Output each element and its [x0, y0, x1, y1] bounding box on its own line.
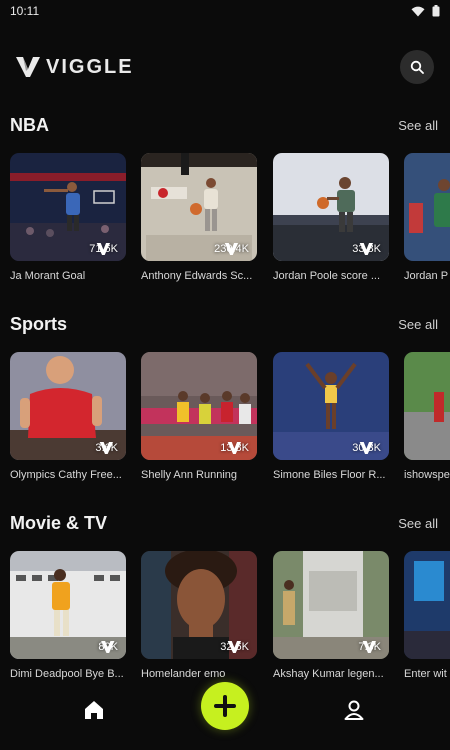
search-icon [410, 60, 424, 74]
viggle-icon [101, 641, 115, 653]
status-time: 10:11 [10, 4, 40, 18]
video-thumbnail: 71.6K [10, 153, 126, 261]
video-card[interactable]: 71.6K Ja Morant Goal [10, 153, 126, 282]
bottom-nav [0, 682, 450, 750]
nav-home-button[interactable] [82, 698, 106, 722]
section-movie-tv: Movie & TV See all 89K Dimi Deadpool Bye… [0, 508, 450, 680]
viggle-icon [227, 442, 242, 454]
create-button[interactable] [201, 682, 249, 730]
card-title: Enter wit [404, 668, 447, 680]
search-button[interactable] [400, 50, 434, 84]
see-all-link[interactable]: See all [398, 516, 438, 531]
video-card[interactable]: 230.4K Anthony Edwards Sc... [141, 153, 257, 282]
video-card[interactable]: 13.8K Shelly Ann Running [141, 352, 257, 481]
viggle-icon [224, 243, 239, 255]
video-thumbnail [404, 352, 450, 460]
card-row[interactable]: 71.6K Ja Morant Goal 230.4K Anthony Edwa… [10, 153, 450, 293]
see-all-link[interactable]: See all [398, 317, 438, 332]
status-bar: 10:11 [0, 0, 450, 22]
card-title: Homelander emo [141, 668, 226, 680]
viggle-icon [359, 243, 374, 255]
brand-name: VIGGLE [46, 55, 134, 78]
card-title: Dimi Deadpool Bye B... [10, 668, 124, 680]
section-title: Sports [10, 313, 68, 334]
section-sports: Sports See all 3.6K Olympics Cathy Free.… [0, 309, 450, 481]
plus-icon [214, 695, 236, 717]
card-title: ishowspe [404, 469, 450, 481]
section-nba: NBA See all 71.6K Ja Morant Goal 230.4K … [0, 110, 450, 282]
video-card[interactable]: 7.3K Akshay Kumar legen... [273, 551, 389, 680]
viggle-logo: VIGGLE [16, 56, 134, 79]
card-title: Shelly Ann Running [141, 469, 238, 481]
wifi-icon [411, 6, 425, 16]
video-thumbnail: 30.3K [273, 352, 389, 460]
video-thumbnail: 13.8K [141, 352, 257, 460]
see-all-link[interactable]: See all [398, 118, 438, 133]
card-title: Simone Biles Floor R... [273, 469, 386, 481]
viggle-icon [96, 243, 111, 255]
video-thumbnail [404, 551, 450, 659]
viggle-icon [359, 442, 374, 454]
card-title: Jordan P [404, 270, 449, 282]
battery-icon [432, 5, 440, 17]
section-title: NBA [10, 114, 49, 135]
video-thumbnail: 230.4K [141, 153, 257, 261]
video-thumbnail: 89K [10, 551, 126, 659]
card-title: Anthony Edwards Sc... [141, 270, 253, 282]
viggle-logo-icon [16, 57, 40, 77]
video-thumbnail: 33.8K [273, 153, 389, 261]
card-title: Jordan Poole score ... [273, 270, 381, 282]
video-card[interactable]: 30.3K Simone Biles Floor R... [273, 352, 389, 481]
video-card[interactable]: Jordan P [404, 153, 450, 282]
viggle-icon [363, 641, 377, 653]
video-thumbnail: 3.6K [10, 352, 126, 460]
section-title: Movie & TV [10, 512, 108, 533]
video-card[interactable]: 33.8K Jordan Poole score ... [273, 153, 389, 282]
card-row[interactable]: 89K Dimi Deadpool Bye B... 32.6K Homelan… [10, 551, 450, 691]
viggle-icon [227, 641, 242, 653]
card-title: Olympics Cathy Free... [10, 469, 122, 481]
card-title: Akshay Kumar legen... [273, 668, 384, 680]
video-card[interactable]: Enter wit [404, 551, 450, 680]
viggle-icon [100, 442, 114, 454]
video-thumbnail [404, 153, 450, 261]
card-row[interactable]: 3.6K Olympics Cathy Free... 13.8K Shelly… [10, 352, 450, 492]
video-card[interactable]: ishowspe [404, 352, 450, 481]
app-header: VIGGLE [0, 50, 450, 84]
video-card[interactable]: 3.6K Olympics Cathy Free... [10, 352, 126, 481]
video-thumbnail: 7.3K [273, 551, 389, 659]
video-thumbnail: 32.6K [141, 551, 257, 659]
profile-icon [344, 700, 364, 720]
video-card[interactable]: 32.6K Homelander emo [141, 551, 257, 680]
video-card[interactable]: 89K Dimi Deadpool Bye B... [10, 551, 126, 680]
nav-profile-button[interactable] [342, 698, 366, 722]
home-icon [85, 701, 103, 719]
card-title: Ja Morant Goal [10, 270, 86, 282]
